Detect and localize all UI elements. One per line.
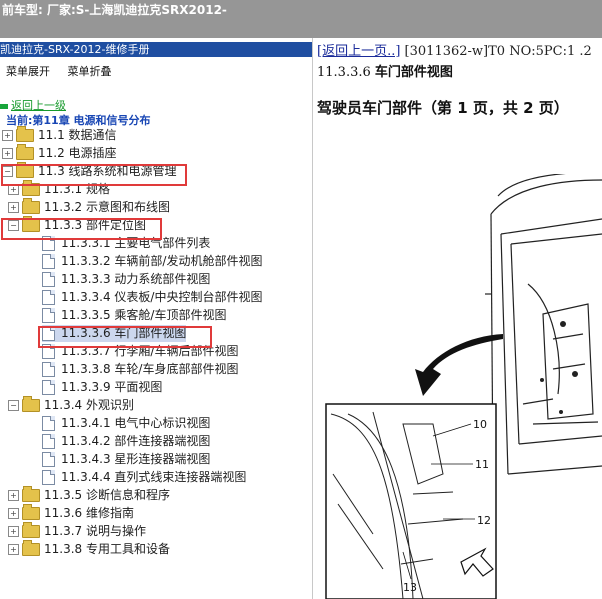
document-icon bbox=[42, 290, 55, 305]
tree-item[interactable]: 11.3.3.2 车辆前部/发动机舱部件视图 bbox=[42, 253, 262, 270]
document-icon bbox=[42, 362, 55, 377]
tree-item-label: 11.3.5 诊断信息和程序 bbox=[44, 488, 170, 502]
tree-item-label: 11.2 电源插座 bbox=[38, 146, 117, 160]
callout-10: 10 bbox=[473, 418, 487, 431]
left-panel: 凯迪拉克-SRX-2012-维修手册 菜单展开 菜单折叠 返回上一级 当前:第1… bbox=[0, 38, 313, 599]
folder-icon bbox=[22, 396, 40, 412]
tree-item[interactable]: 11.3.4.2 部件连接器端视图 bbox=[42, 433, 210, 450]
tree-item[interactable]: 11.3.3.8 车轮/车身底部部件视图 bbox=[42, 361, 238, 378]
tree-item[interactable]: − 11.3.4 外观识别 bbox=[8, 396, 134, 414]
back-up-link[interactable]: 返回上一级 bbox=[0, 97, 66, 113]
tree-item-label: 11.3.3.9 平面视图 bbox=[61, 380, 163, 394]
tree-item-label: 11.3.3.3 动力系统部件视图 bbox=[61, 272, 211, 286]
tree-item[interactable]: 11.3.4.1 电气中心标识视图 bbox=[42, 415, 210, 432]
document-icon bbox=[42, 272, 55, 287]
highlight-11-3-3 bbox=[1, 218, 162, 240]
back-up-label: 返回上一级 bbox=[11, 99, 66, 112]
folder-icon bbox=[22, 486, 40, 502]
doc-header: [返回上一页..] [3011362-w]T0 NO:5PC:1 .2 bbox=[317, 40, 592, 59]
document-icon bbox=[42, 470, 55, 485]
tree-item-label: 11.3.3.2 车辆前部/发动机舱部件视图 bbox=[61, 254, 263, 268]
tree-item[interactable]: +11.3.2 示意图和布线图 bbox=[8, 198, 170, 216]
tree-item-label: 11.3.4.3 星形连接器端视图 bbox=[61, 452, 211, 466]
current-chapter: 当前:第11章 电源和信号分布 bbox=[6, 114, 151, 127]
callout-12: 12 bbox=[477, 514, 491, 527]
folder-icon bbox=[22, 198, 40, 214]
menu-collapse-button[interactable]: 菜单折叠 bbox=[68, 65, 112, 78]
tree-item-label: 11.3.4.1 电气中心标识视图 bbox=[61, 416, 211, 430]
section-number: 11.3.3.6 bbox=[317, 65, 371, 80]
expand-icon[interactable]: + bbox=[2, 148, 13, 159]
doc-code: [3011362-w]T0 NO:5PC:1 .2 bbox=[400, 44, 592, 59]
top-bar: 前车型: 厂家:S-上海凯迪拉克SRX2012- bbox=[0, 0, 602, 38]
tree-item[interactable]: +11.1 数据通信 bbox=[2, 126, 117, 144]
tree-item-label: 11.3.3.4 仪表板/中央控制台部件视图 bbox=[61, 290, 263, 304]
tree-item[interactable]: 11.3.3.9 平面视图 bbox=[42, 379, 162, 396]
tree-item-label: 11.3.8 专用工具和设备 bbox=[44, 542, 170, 556]
callout-11: 11 bbox=[475, 458, 489, 471]
tree-item[interactable]: +11.3.7 说明与操作 bbox=[8, 522, 146, 540]
tree-item-label: 11.3.4.2 部件连接器端视图 bbox=[61, 434, 211, 448]
expand-icon[interactable]: + bbox=[8, 544, 19, 555]
tree-item[interactable]: +11.3.5 诊断信息和程序 bbox=[8, 486, 170, 504]
collapse-icon[interactable]: − bbox=[8, 400, 19, 411]
section-heading: 11.3.3.6 车门部件视图 bbox=[317, 61, 453, 80]
tree-item-label: 11.3.7 说明与操作 bbox=[44, 524, 146, 538]
document-pane: [返回上一页..] [3011362-w]T0 NO:5PC:1 .2 11.3… bbox=[313, 38, 602, 599]
tree-item-label: 11.1 数据通信 bbox=[38, 128, 117, 142]
tree-item-label: 11.3.2 示意图和布线图 bbox=[44, 200, 170, 214]
tree-item[interactable]: +11.3.6 维修指南 bbox=[8, 504, 134, 522]
callout-13: 13 bbox=[403, 581, 417, 594]
folder-icon bbox=[22, 522, 40, 538]
vehicle-info: 前车型: 厂家:S-上海凯迪拉克SRX2012- bbox=[2, 3, 227, 17]
tree-item[interactable]: 11.3.3.5 乘客舱/车顶部件视图 bbox=[42, 307, 226, 324]
section-title: 车门部件视图 bbox=[374, 65, 453, 80]
highlight-11-3 bbox=[1, 164, 187, 186]
expand-icon[interactable]: + bbox=[8, 202, 19, 213]
back-page-link[interactable]: [返回上一页..] bbox=[317, 44, 400, 59]
document-icon bbox=[42, 452, 55, 467]
page-subtitle: 驾驶员车门部件（第 1 页，共 2 页） bbox=[317, 99, 569, 117]
document-icon bbox=[42, 434, 55, 449]
expand-icon[interactable]: + bbox=[2, 130, 13, 141]
folder-icon bbox=[16, 126, 34, 142]
expand-icon[interactable]: + bbox=[8, 526, 19, 537]
folder-icon bbox=[16, 144, 34, 160]
folder-icon bbox=[22, 540, 40, 556]
tree-item[interactable]: 11.3.3.4 仪表板/中央控制台部件视图 bbox=[42, 289, 262, 306]
tree-item[interactable]: +11.3.8 专用工具和设备 bbox=[8, 540, 170, 558]
document-icon bbox=[42, 380, 55, 395]
menu-expand-button[interactable]: 菜单展开 bbox=[6, 65, 50, 78]
menu-actions: 菜单展开 菜单折叠 bbox=[6, 63, 126, 79]
document-icon bbox=[42, 308, 55, 323]
highlight-11-3-3-6 bbox=[38, 326, 212, 348]
tree-item[interactable]: 11.3.4.3 星形连接器端视图 bbox=[42, 451, 210, 468]
manual-title: 凯迪拉克-SRX-2012-维修手册 bbox=[0, 42, 312, 57]
tree-item[interactable]: 11.3.4.4 直列式线束连接器端视图 bbox=[42, 469, 246, 486]
folder-icon bbox=[22, 504, 40, 520]
door-components-diagram: 10 11 12 13 bbox=[325, 174, 602, 599]
tree-item[interactable]: +11.2 电源插座 bbox=[2, 144, 117, 162]
document-icon bbox=[42, 416, 55, 431]
document-icon bbox=[42, 254, 55, 269]
tree-item-label: 11.3.3.5 乘客舱/车顶部件视图 bbox=[61, 308, 227, 322]
expand-icon[interactable]: + bbox=[8, 490, 19, 501]
tree-item-label: 11.3.4.4 直列式线束连接器端视图 bbox=[61, 470, 247, 484]
tree-item-label: 11.3.6 维修指南 bbox=[44, 506, 134, 520]
back-arrow-icon bbox=[0, 103, 8, 109]
tree-item-label: 11.3.3.8 车轮/车身底部部件视图 bbox=[61, 362, 239, 376]
tree-item-label: 11.3.4 外观识别 bbox=[44, 398, 134, 412]
tree-item[interactable]: 11.3.3.3 动力系统部件视图 bbox=[42, 271, 210, 288]
expand-icon[interactable]: + bbox=[8, 508, 19, 519]
